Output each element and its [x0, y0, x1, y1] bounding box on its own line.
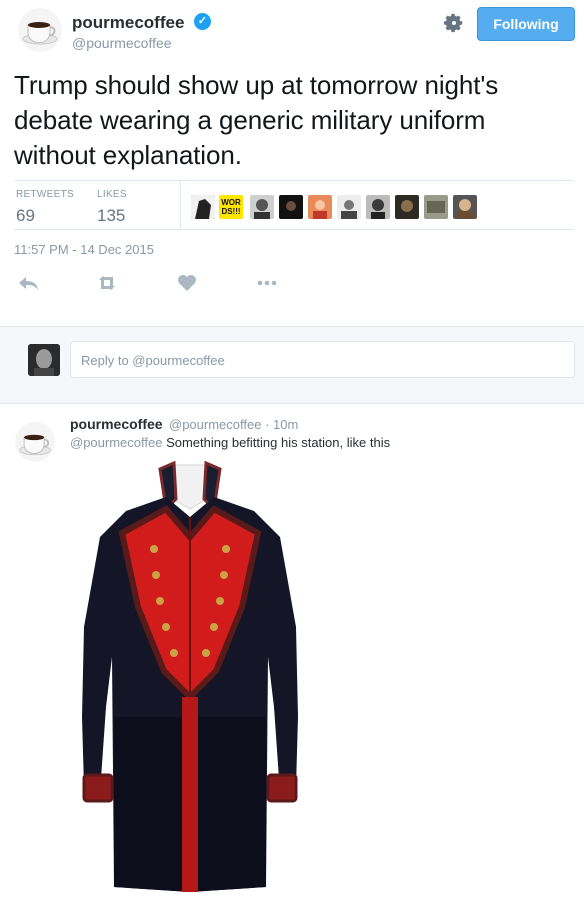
military-coat-image[interactable] [70, 457, 310, 897]
reply-composer: Reply to @pourmecoffee [0, 326, 584, 404]
retweets-count: 69 [16, 206, 35, 225]
retweets-label: RETWEETS [16, 189, 74, 200]
liker-avatar[interactable] [424, 195, 448, 219]
likes-count: 135 [97, 206, 126, 225]
retweet-icon[interactable] [94, 272, 120, 294]
coffee-cup-icon [22, 22, 58, 45]
liker-avatar[interactable] [250, 195, 274, 219]
likes-stat[interactable]: LIKES 135 [97, 189, 127, 226]
reply-body: Something befitting his station, like th… [162, 435, 391, 450]
reply-mention-link[interactable]: @pourmecoffee [70, 435, 162, 450]
reply-text: @pourmecoffee Something befitting his st… [70, 435, 390, 450]
liker-avatar[interactable] [366, 195, 390, 219]
reply-tweet[interactable]: pourmecoffee @pourmecoffee · 10m @pourme… [0, 405, 584, 907]
reply-input[interactable]: Reply to @pourmecoffee [70, 341, 575, 378]
liker-avatar[interactable]: WOR DS!!! [219, 195, 243, 219]
following-button[interactable]: Following [477, 7, 575, 41]
reply-author-name[interactable]: pourmecoffee [70, 416, 163, 432]
reply-icon[interactable] [16, 272, 42, 294]
reply-author-avatar[interactable] [15, 422, 55, 462]
stats-divider [180, 181, 181, 229]
author-avatar[interactable] [18, 8, 62, 52]
liker-avatar[interactable] [191, 195, 215, 219]
reply-placeholder: Reply to @pourmecoffee [81, 353, 225, 368]
likes-label: LIKES [97, 189, 127, 200]
author-display-name[interactable]: pourmecoffee [72, 13, 184, 33]
liker-avatar[interactable] [453, 195, 477, 219]
more-options-icon[interactable] [254, 272, 280, 294]
tweet-text: Trump should show up at tomorrow night's… [14, 70, 499, 170]
tweet-header: pourmecoffee ✓ @pourmecoffee Following [0, 0, 584, 62]
current-user-avatar[interactable] [28, 344, 60, 376]
retweets-stat[interactable]: RETWEETS 69 [16, 189, 74, 226]
like-heart-icon[interactable] [174, 272, 200, 294]
coffee-cup-icon [19, 434, 51, 456]
liker-avatar[interactable] [337, 195, 361, 219]
liker-avatar[interactable] [308, 195, 332, 219]
reply-handle-time[interactable]: @pourmecoffee · 10m [169, 417, 298, 432]
tweet-stats: RETWEETS 69 LIKES 135 WOR DS!!! [14, 180, 574, 230]
author-handle[interactable]: @pourmecoffee [72, 35, 172, 51]
tweet-actions [14, 272, 414, 296]
liker-avatar[interactable] [279, 195, 303, 219]
tweet-timestamp[interactable]: 11:57 PM - 14 Dec 2015 [14, 242, 154, 257]
liker-avatar[interactable] [395, 195, 419, 219]
verified-badge-icon: ✓ [194, 13, 211, 30]
liker-badge-line1: WOR [221, 198, 241, 207]
gear-icon[interactable] [443, 12, 465, 34]
liker-badge-line2: DS!!! [221, 207, 241, 216]
